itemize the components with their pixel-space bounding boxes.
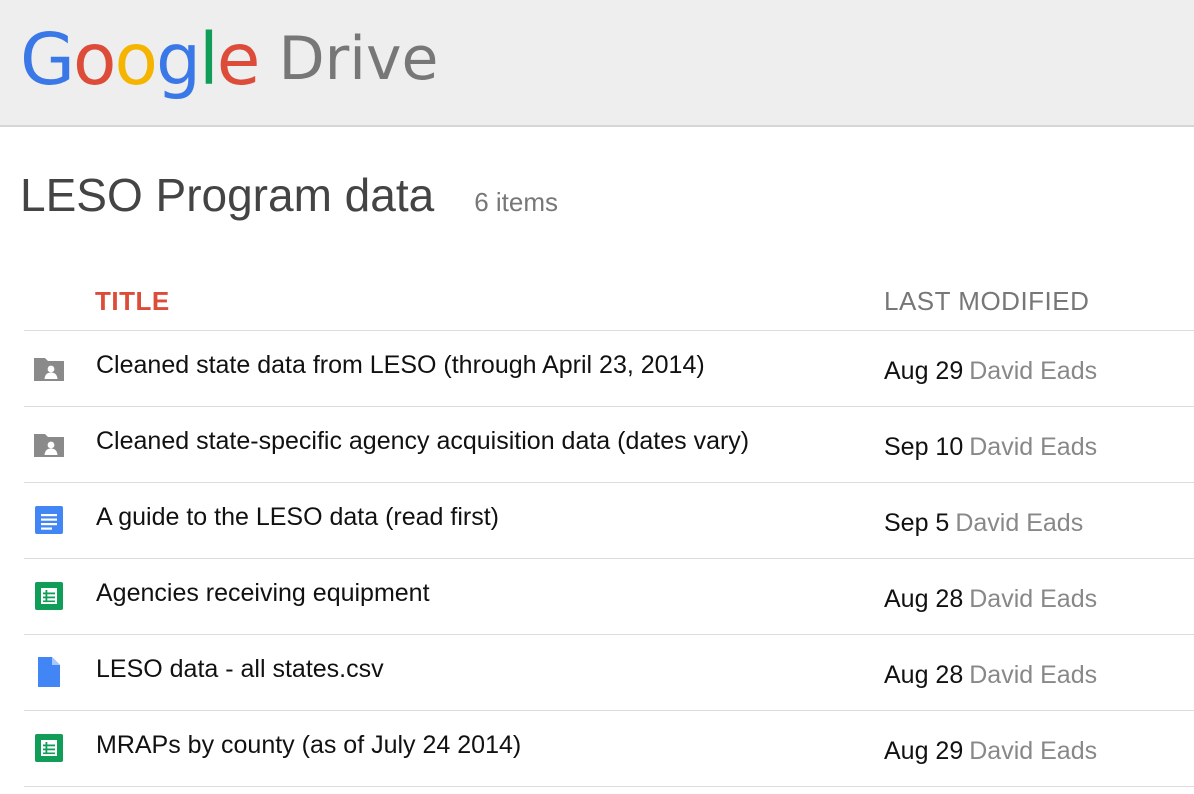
- modified-date: Aug 29: [884, 357, 964, 385]
- sort-by-title-header[interactable]: TITLE: [95, 286, 170, 317]
- last-modified: Sep 10 David Eads: [884, 433, 1097, 462]
- file-title[interactable]: Agencies receiving equipment: [96, 579, 430, 608]
- modified-by: David Eads: [969, 585, 1098, 613]
- sort-by-last-modified-header[interactable]: LAST MODIFIED: [884, 286, 1089, 317]
- last-modified: Aug 29 David Eads: [884, 357, 1097, 386]
- modified-date: Aug 28: [884, 661, 964, 689]
- last-modified: Sep 5 David Eads: [884, 509, 1083, 538]
- modified-by: David Eads: [955, 509, 1084, 537]
- file-list: TITLE LAST MODIFIED Cleaned state data f…: [24, 272, 1194, 787]
- shared-folder-icon: [32, 351, 66, 385]
- list-item[interactable]: Cleaned state data from LESO (through Ap…: [24, 331, 1194, 407]
- list-item[interactable]: Agencies receiving equipment Aug 28 David …: [24, 559, 1194, 635]
- modified-date: Aug 28: [884, 585, 964, 613]
- google-wordmark: Google: [20, 17, 260, 101]
- file-title[interactable]: MRAPs by county (as of July 24 2014): [96, 731, 521, 760]
- file-icon: [32, 655, 66, 689]
- shared-folder-icon: [32, 427, 66, 461]
- folder-heading: LESO Program data 6 items: [20, 168, 558, 222]
- list-item[interactable]: LESO data - all states.csv Aug 28 David Ea…: [24, 635, 1194, 711]
- spreadsheet-icon: [32, 731, 66, 765]
- modified-by: David Eads: [969, 737, 1098, 765]
- list-item[interactable]: A guide to the LESO data (read first) Sep…: [24, 483, 1194, 559]
- last-modified: Aug 28 David Eads: [884, 585, 1097, 614]
- list-item[interactable]: Cleaned state-specific agency acquisitio…: [24, 407, 1194, 483]
- modified-date: Sep 5: [884, 509, 950, 537]
- file-title[interactable]: Cleaned state-specific agency acquisitio…: [96, 427, 749, 456]
- modified-date: Aug 29: [884, 737, 964, 765]
- last-modified: Aug 29 David Eads: [884, 737, 1097, 766]
- item-count: 6 items: [474, 187, 559, 217]
- app-header: Google Drive: [0, 0, 1194, 127]
- file-title[interactable]: A guide to the LESO data (read first): [96, 503, 499, 532]
- list-header: TITLE LAST MODIFIED: [24, 272, 1194, 331]
- file-title[interactable]: LESO data - all states.csv: [96, 655, 384, 684]
- spreadsheet-icon: [32, 579, 66, 613]
- page-title: LESO Program data: [20, 169, 435, 221]
- modified-by: David Eads: [969, 357, 1098, 385]
- product-name: Drive: [278, 24, 439, 94]
- last-modified: Aug 28 David Eads: [884, 661, 1097, 690]
- google-drive-logo[interactable]: Google Drive: [20, 4, 438, 114]
- file-title[interactable]: Cleaned state data from LESO (through Ap…: [96, 351, 705, 380]
- modified-date: Sep 10: [884, 433, 964, 461]
- document-icon: [32, 503, 66, 537]
- modified-by: David Eads: [969, 661, 1098, 689]
- modified-by: David Eads: [969, 433, 1098, 461]
- list-item[interactable]: MRAPs by county (as of July 24 2014) Aug …: [24, 711, 1194, 787]
